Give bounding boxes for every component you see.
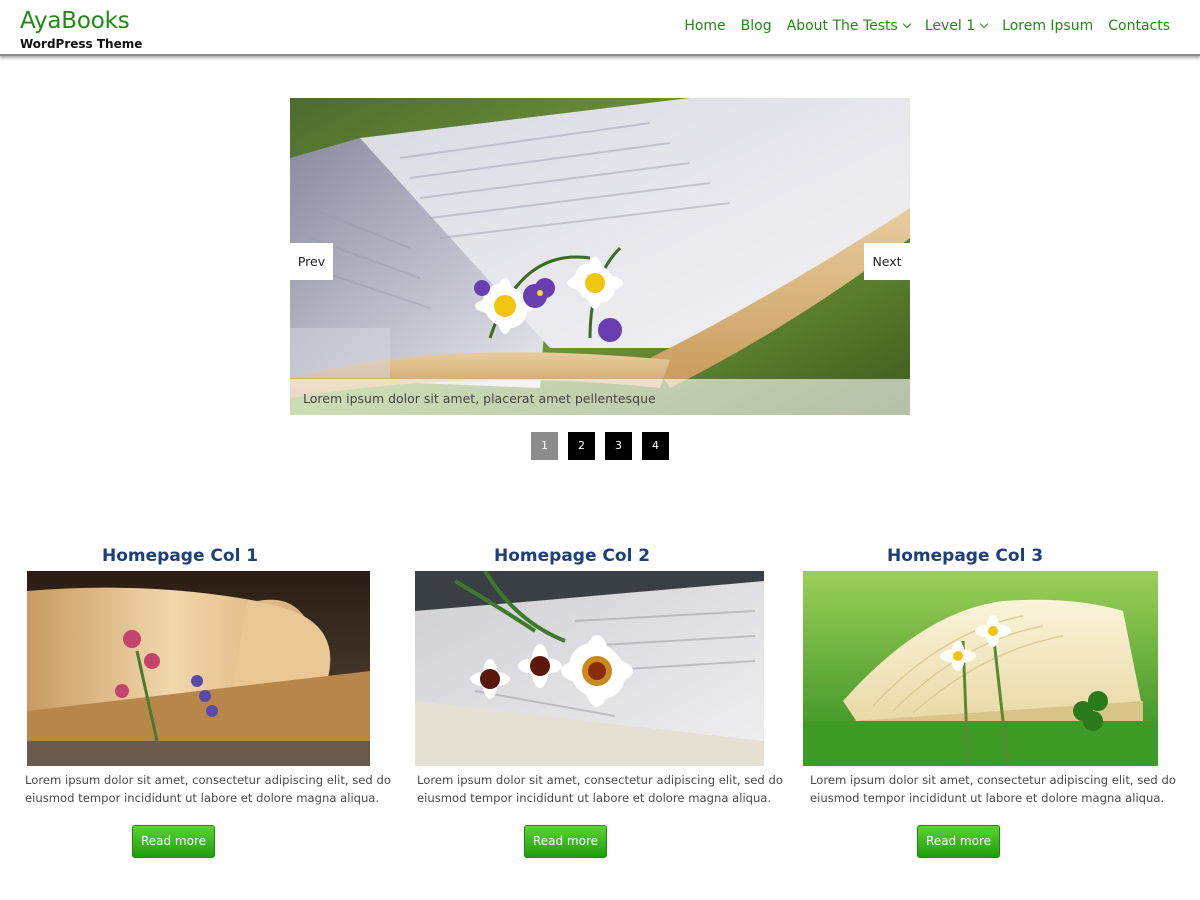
column-title: Homepage Col 2 bbox=[494, 546, 651, 566]
slide-caption: Lorem ipsum dolor sit amet, placerat ame… bbox=[290, 379, 910, 415]
nav-item-about-the-tests[interactable]: About The Tests bbox=[786, 17, 912, 35]
slider-page-4-button[interactable]: 4 bbox=[642, 432, 669, 460]
read-more-button[interactable]: Read more bbox=[132, 825, 215, 858]
slide-image-open-book-with-flowers bbox=[290, 98, 910, 415]
image-slider: Lorem ipsum dolor sit amet, placerat ame… bbox=[290, 98, 910, 415]
slider-prev-button[interactable]: Prev bbox=[290, 243, 333, 280]
nav-item-label: Blog bbox=[740, 18, 772, 34]
chevron-down-icon bbox=[902, 19, 912, 29]
column-text-line-1: Lorem ipsum dolor sit amet, consectetur … bbox=[810, 773, 1176, 787]
slider-page-3-button[interactable]: 3 bbox=[605, 432, 632, 460]
site-tagline: WordPress Theme bbox=[20, 37, 143, 51]
read-more-button[interactable]: Read more bbox=[524, 825, 607, 858]
nav-item-label: Contacts bbox=[1108, 18, 1170, 34]
chevron-down-icon bbox=[979, 19, 989, 29]
site-title[interactable]: AyaBooks bbox=[20, 6, 142, 36]
column-text-line-1: Lorem ipsum dolor sit amet, consectetur … bbox=[417, 773, 783, 787]
slider-pagination: 1 2 3 4 bbox=[531, 432, 679, 460]
nav-item-label: Level 1 bbox=[924, 18, 976, 34]
column-text-line-2: eiusmod tempor incididunt ut labore et d… bbox=[417, 791, 772, 805]
nav-item-label: About The Tests bbox=[786, 18, 898, 34]
read-more-button[interactable]: Read more bbox=[917, 825, 1000, 858]
nav-item-contacts[interactable]: Contacts bbox=[1108, 17, 1170, 35]
site-header: AyaBooks WordPress Theme Home Blog About… bbox=[0, 0, 1200, 56]
slider-page-1-button[interactable]: 1 bbox=[531, 432, 558, 460]
nav-item-level-1[interactable]: Level 1 bbox=[924, 17, 989, 35]
nav-item-home[interactable]: Home bbox=[684, 17, 725, 35]
nav-item-label: Lorem Ipsum bbox=[1002, 18, 1094, 34]
column-text-line-2: eiusmod tempor incididunt ut labore et d… bbox=[810, 791, 1165, 805]
column-image-book-with-flowers bbox=[27, 571, 370, 766]
column-title: Homepage Col 3 bbox=[887, 546, 1044, 566]
nav-item-label: Home bbox=[684, 18, 726, 34]
column-image-daisies-on-book bbox=[415, 571, 764, 766]
main-navigation: Home Blog About The Tests Level 1 Lorem … bbox=[669, 17, 1170, 35]
site-branding[interactable]: AyaBooks WordPress Theme bbox=[20, 6, 142, 51]
column-text-line-2: eiusmod tempor incididunt ut labore et d… bbox=[25, 791, 380, 805]
slider-page-2-button[interactable]: 2 bbox=[568, 432, 595, 460]
column-text-line-1: Lorem ipsum dolor sit amet, consectetur … bbox=[25, 773, 391, 787]
nav-item-blog[interactable]: Blog bbox=[741, 17, 772, 35]
nav-item-lorem-ipsum[interactable]: Lorem Ipsum bbox=[1002, 17, 1093, 35]
column-title: Homepage Col 1 bbox=[102, 546, 259, 566]
column-image-book-in-grass bbox=[803, 571, 1158, 766]
slider-next-button[interactable]: Next bbox=[864, 243, 910, 280]
